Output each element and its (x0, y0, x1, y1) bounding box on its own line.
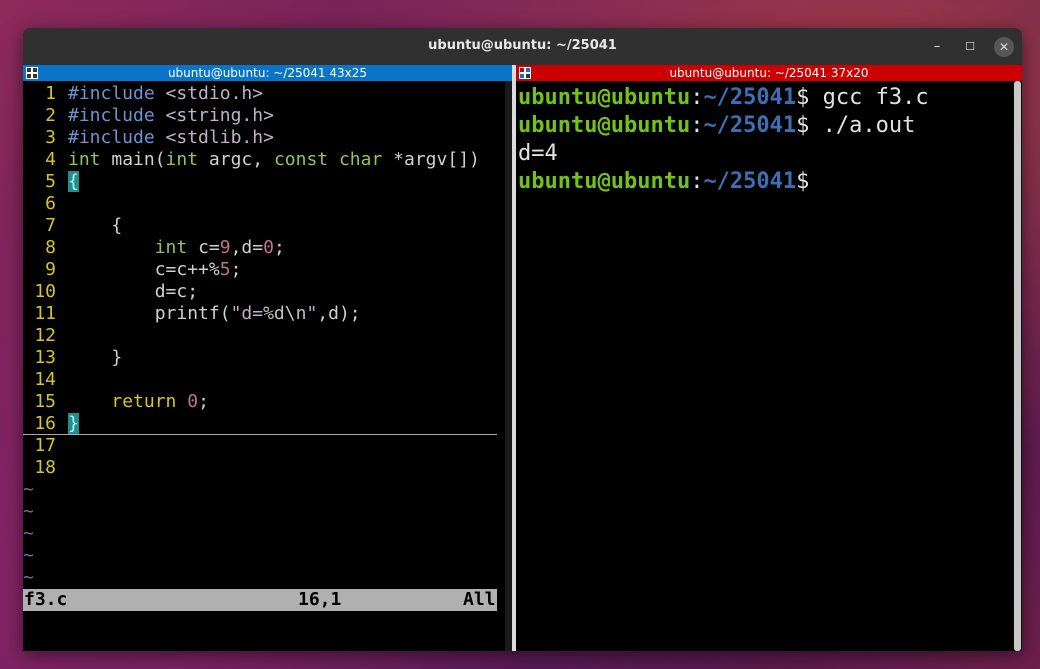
prompt-symbol: $ (796, 113, 810, 138)
code-text: #include <stdio.h> (68, 83, 264, 104)
prompt-path: ~/25041 (703, 169, 797, 194)
empty-line-marker: ~ (23, 479, 34, 500)
line-number: 2 (45, 105, 56, 126)
code-line: 3 #include <stdlib.h> (23, 127, 503, 149)
code-line: 8 int c=9,d=0; (23, 237, 503, 259)
code-line: 5{ (23, 171, 503, 193)
right-pane-header[interactable]: ubuntu@ubuntu: ~/25041 37x20 (516, 65, 1022, 81)
shell-output[interactable]: ubuntu@ubuntu:~/25041$ gcc f3.c ubuntu@u… (518, 84, 929, 196)
empty-line-marker: ~ (23, 501, 34, 522)
prompt-symbol: $ (796, 85, 810, 110)
code-text: int main(int argc, const char *argv[]) (68, 149, 480, 170)
line-number: 17 (34, 435, 56, 456)
line-number: 12 (34, 325, 56, 346)
code-line: 6 (23, 193, 503, 215)
prompt-separator: : (690, 169, 704, 194)
code-text: #include <stdlib.h> (68, 127, 274, 148)
title-bar[interactable]: ubuntu@ubuntu: ~/25041 – ☐ ✕ (23, 28, 1022, 65)
command-text: gcc f3.c (809, 85, 929, 110)
code-line: 14 (23, 369, 503, 391)
empty-line-marker: ~ (23, 523, 34, 544)
left-pane-header[interactable]: ubuntu@ubuntu: ~/25041 43x25 (23, 65, 512, 81)
code-line: 4 int main(int argc, const char *argv[]) (23, 149, 503, 171)
code-line: 13 } (23, 347, 503, 369)
code-line: 2 #include <string.h> (23, 105, 503, 127)
line-number: 1 (45, 83, 56, 104)
left-terminal-pane[interactable]: ubuntu@ubuntu: ~/25041 43x25 1 #include <… (23, 65, 512, 651)
line-number: 16 (34, 413, 56, 434)
line-number: 11 (34, 303, 56, 324)
vim-editor[interactable]: 1 #include <stdio.h> 2 #include <string.h>… (23, 83, 503, 589)
code-line: 12 (23, 325, 503, 347)
code-text: { (68, 171, 79, 192)
vim-status-line: f3.c 16,1 All (23, 589, 497, 611)
code-line: 18 (23, 457, 503, 479)
status-cursor-position: 16,1 (298, 589, 342, 610)
right-pane-title: ubuntu@ubuntu: ~/25041 37x20 (669, 66, 869, 80)
terminator-grid-icon[interactable] (26, 67, 38, 79)
prompt-user: ubuntu@ubuntu (518, 113, 691, 138)
code-text: return 0; (111, 391, 209, 412)
line-number: 18 (34, 457, 56, 478)
command-text: ./a.out (809, 113, 916, 138)
line-number: 13 (34, 347, 56, 368)
line-number: 9 (45, 259, 56, 280)
line-number: 3 (45, 127, 56, 148)
line-number: 10 (34, 281, 56, 302)
prompt-user: ubuntu@ubuntu (518, 85, 691, 110)
code-text: printf("d=%d\n",d); (154, 303, 361, 324)
minimize-button[interactable]: – (927, 37, 947, 57)
prompt-separator: : (690, 85, 704, 110)
left-pane-title: ubuntu@ubuntu: ~/25041 43x25 (167, 66, 368, 80)
close-button[interactable]: ✕ (994, 37, 1014, 57)
status-scroll: All (463, 589, 496, 610)
line-number: 6 (45, 193, 56, 214)
shell-line: ubuntu@ubuntu:~/25041$ (518, 168, 929, 196)
right-scrollbar[interactable] (1013, 81, 1022, 651)
maximize-button[interactable]: ☐ (960, 37, 980, 57)
shell-line: ubuntu@ubuntu:~/25041$ ./a.out (518, 112, 929, 140)
status-filename: f3.c (24, 589, 68, 610)
code-line: 17 (23, 435, 503, 457)
terminal-window: ubuntu@ubuntu: ~/25041 – ☐ ✕ ubuntu@ubun… (23, 28, 1022, 651)
left-scrollbar[interactable] (505, 81, 512, 651)
code-line: 9 c=c++%5; (23, 259, 503, 281)
line-number: 15 (34, 391, 56, 412)
window-title: ubuntu@ubuntu: ~/25041 (428, 38, 617, 53)
code-text: } (68, 413, 79, 434)
scrollbar-thumb[interactable] (1014, 81, 1021, 651)
line-number: 14 (34, 369, 56, 390)
code-text: c=c++%5; (154, 259, 242, 280)
code-line: 16} (23, 413, 503, 435)
prompt-path: ~/25041 (703, 85, 797, 110)
terminator-grid-icon[interactable] (519, 67, 531, 79)
code-text: #include <string.h> (68, 105, 274, 126)
line-number: 8 (45, 237, 56, 258)
code-text: } (68, 347, 123, 368)
line-number: 4 (45, 149, 56, 170)
prompt-separator: : (690, 113, 704, 138)
code-line: 15 return 0; (23, 391, 503, 413)
code-text: { (68, 215, 123, 236)
shell-line: ubuntu@ubuntu:~/25041$ gcc f3.c (518, 84, 929, 112)
code-text: int c=9,d=0; (154, 237, 285, 258)
empty-line-marker: ~ (23, 567, 34, 588)
right-terminal-pane[interactable]: ubuntu@ubuntu: ~/25041 37x20 ubuntu@ubun… (516, 65, 1022, 651)
code-line: 1 #include <stdio.h> (23, 83, 503, 105)
prompt-path: ~/25041 (703, 113, 797, 138)
code-text: d=c; (68, 281, 199, 302)
line-number: 5 (45, 171, 56, 192)
code-line: 10 d=c; (23, 281, 503, 303)
code-line: 7 { (23, 215, 503, 237)
prompt-symbol: $ (796, 169, 810, 194)
code-line: 11 printf("d=%d\n",d); (23, 303, 503, 325)
program-output: d=4 (518, 141, 558, 166)
prompt-user: ubuntu@ubuntu (518, 169, 691, 194)
empty-line-marker: ~ (23, 545, 34, 566)
line-number: 7 (45, 215, 56, 236)
